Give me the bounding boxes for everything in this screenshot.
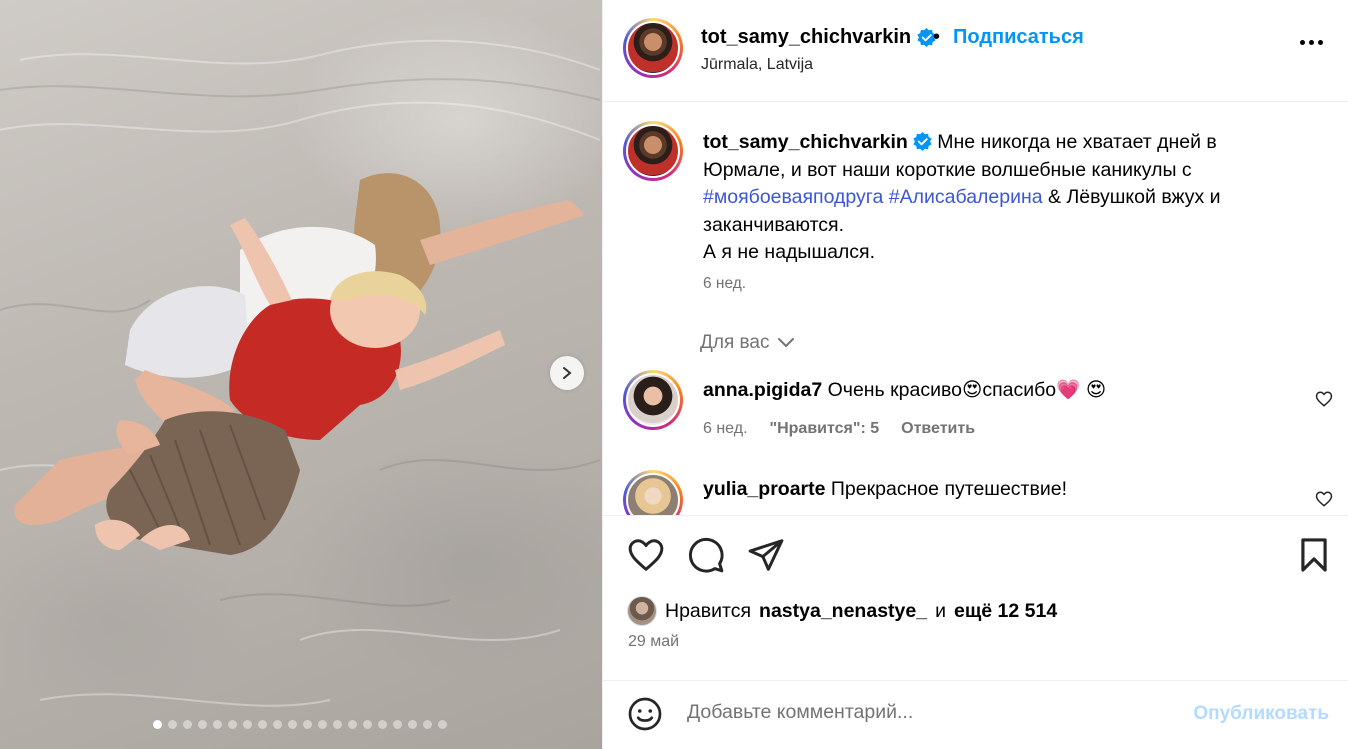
commenter-avatar[interactable] xyxy=(623,470,683,515)
carousel-next-button[interactable] xyxy=(550,356,584,390)
likes-prefix: Нравится xyxy=(665,599,752,622)
caption-text: tot_samy_chichvarkin Мне никогда не хват… xyxy=(703,129,1303,267)
carousel-dot[interactable] xyxy=(393,720,402,729)
bookmark-icon[interactable] xyxy=(1295,536,1333,574)
comment-body: Прекрасное путешествие! xyxy=(825,478,1067,500)
commenter-avatar[interactable] xyxy=(623,370,683,430)
likes-summary: Нравится nastya_nenastye_ и ещё 12 514 xyxy=(627,596,1057,626)
comment-icon[interactable] xyxy=(687,536,725,574)
for-you-dropdown[interactable]: Для вас xyxy=(700,332,795,354)
carousel-dot[interactable] xyxy=(198,720,207,729)
emoji-icon[interactable] xyxy=(627,696,663,732)
carousel-dot[interactable] xyxy=(228,720,237,729)
hashtag-link[interactable]: #моябоеваяподруга xyxy=(703,186,883,208)
post-header: tot_samy_chichvarkin • Подписаться Jūrma… xyxy=(603,0,1348,102)
caption-username[interactable]: tot_samy_chichvarkin xyxy=(703,131,908,153)
comment-body: Очень красиво😍спасибо💗 😍 xyxy=(822,379,1107,401)
carousel-dot[interactable] xyxy=(273,720,282,729)
carousel-dot[interactable] xyxy=(183,720,192,729)
author-username[interactable]: tot_samy_chichvarkin xyxy=(701,26,936,49)
hashtag-link[interactable]: #Алисабалерина xyxy=(889,186,1043,208)
post-panel: tot_samy_chichvarkin • Подписаться Jūrma… xyxy=(602,0,1348,749)
comment-like-icon[interactable] xyxy=(1315,490,1333,508)
carousel-dot[interactable] xyxy=(213,720,222,729)
caption-line2: А я не надышался. xyxy=(703,241,876,263)
likes-count[interactable]: ещё 12 514 xyxy=(954,600,1057,623)
more-dot xyxy=(1309,40,1314,45)
carousel-dot[interactable] xyxy=(303,720,312,729)
for-you-label: Для вас xyxy=(700,332,770,353)
header-separator: • xyxy=(933,26,941,48)
comment-time[interactable]: 6 нед. xyxy=(703,420,748,438)
caption-author-avatar[interactable] xyxy=(623,121,683,181)
follow-button[interactable]: Подписаться xyxy=(953,26,1084,49)
liker-avatar[interactable] xyxy=(627,596,657,626)
post-location[interactable]: Jūrmala, Latvija xyxy=(701,56,813,74)
more-dot xyxy=(1300,40,1305,45)
carousel-indicator xyxy=(153,720,447,729)
carousel-dot[interactable] xyxy=(438,720,447,729)
carousel-dot[interactable] xyxy=(243,720,252,729)
comments-section[interactable]: tot_samy_chichvarkin Мне никогда не хват… xyxy=(603,103,1348,515)
more-dot xyxy=(1318,40,1323,45)
post-photo xyxy=(0,39,601,707)
author-avatar[interactable] xyxy=(623,18,683,78)
more-options-button[interactable] xyxy=(1300,40,1323,45)
carousel-dot[interactable] xyxy=(408,720,417,729)
publish-button[interactable]: Опубликовать xyxy=(1193,703,1329,725)
carousel-dot[interactable] xyxy=(168,720,177,729)
post-date[interactable]: 29 май xyxy=(628,633,679,651)
liker-username[interactable]: nastya_nenastye_ xyxy=(759,600,927,623)
reply-button[interactable]: Ответить xyxy=(901,420,975,438)
commenter-username[interactable]: anna.pigida7 xyxy=(703,379,822,401)
carousel-dot[interactable] xyxy=(348,720,357,729)
comment-meta: 6 нед. "Нравится": 5 Ответить xyxy=(703,420,975,438)
author-username-text[interactable]: tot_samy_chichvarkin xyxy=(701,26,911,49)
carousel-dot[interactable] xyxy=(333,720,342,729)
carousel-dot[interactable] xyxy=(318,720,327,729)
carousel-dot[interactable] xyxy=(363,720,372,729)
share-icon[interactable] xyxy=(747,536,785,574)
verified-badge-icon xyxy=(913,132,932,151)
comment-text: anna.pigida7 Очень красиво😍спасибо💗 😍 xyxy=(703,378,1106,402)
comment-composer: Опубликовать xyxy=(603,680,1348,749)
comment-text: yulia_proarte Прекрасное путешествие! xyxy=(703,478,1067,501)
comment-input[interactable] xyxy=(687,701,1167,724)
commenter-username[interactable]: yulia_proarte xyxy=(703,478,825,500)
caption-timestamp[interactable]: 6 нед. xyxy=(703,275,746,293)
carousel-dot[interactable] xyxy=(153,720,162,729)
heart-icon[interactable] xyxy=(627,536,665,574)
chevron-right-icon xyxy=(563,367,572,379)
carousel-dot[interactable] xyxy=(288,720,297,729)
carousel-dot[interactable] xyxy=(423,720,432,729)
chevron-down-icon xyxy=(778,338,795,348)
post-actions: Нравится nastya_nenastye_ и ещё 12 514 2… xyxy=(603,515,1348,685)
carousel-dot[interactable] xyxy=(378,720,387,729)
likes-and: и xyxy=(935,599,946,622)
comment-like-icon[interactable] xyxy=(1315,390,1333,408)
comment-likes[interactable]: "Нравится": 5 xyxy=(770,420,880,438)
carousel-dot[interactable] xyxy=(258,720,267,729)
post-media[interactable] xyxy=(0,0,602,749)
